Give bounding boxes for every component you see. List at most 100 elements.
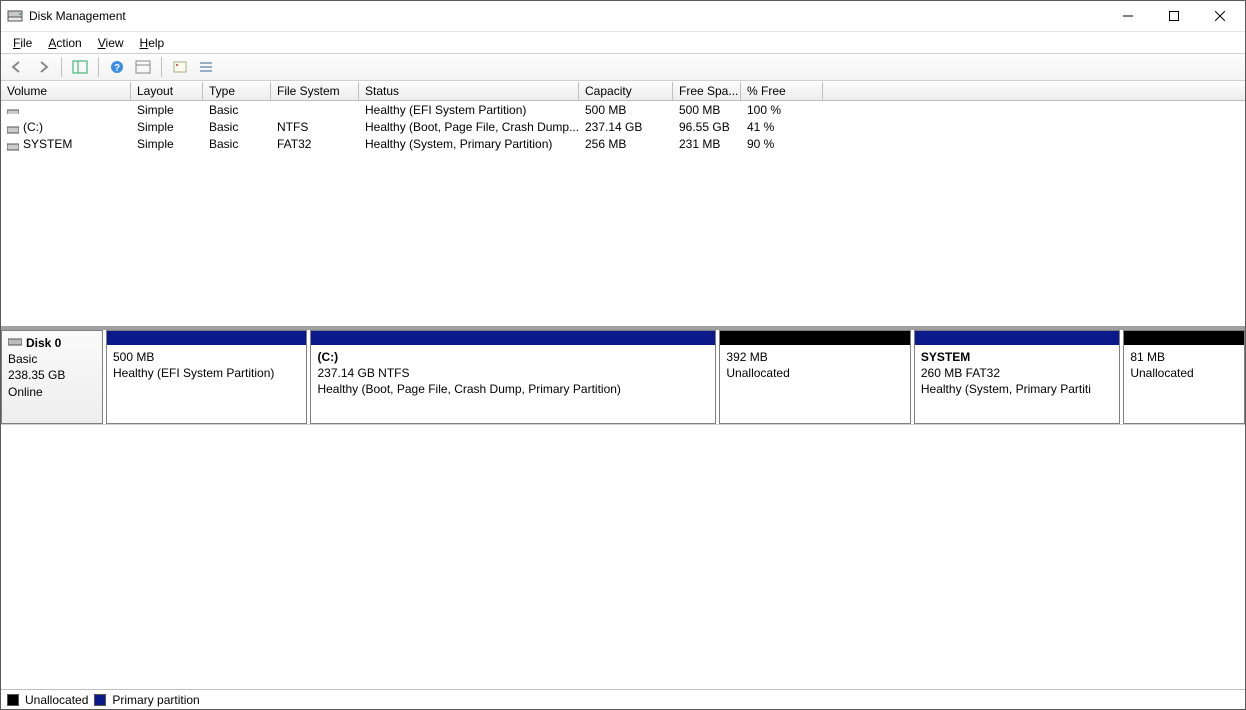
menu-action[interactable]: Action <box>40 34 89 52</box>
volume-pct: 100 % <box>741 103 823 117</box>
partition-primary[interactable]: (C:)237.14 GB NTFSHealthy (Boot, Page Fi… <box>310 330 716 424</box>
volume-row[interactable]: (C:) SimpleBasicNTFSHealthy (Boot, Page F… <box>1 118 1245 135</box>
col-filesystem[interactable]: File System <box>271 82 359 100</box>
drive-icon <box>7 140 19 148</box>
col-volume[interactable]: Volume <box>1 82 131 100</box>
disk-name: Disk 0 <box>26 336 61 350</box>
partition-status: Healthy (Boot, Page File, Crash Dump, Pr… <box>317 381 709 397</box>
show-hide-tree-button[interactable] <box>68 56 92 78</box>
drive-icon <box>7 123 19 131</box>
partition-size: 81 MB <box>1130 349 1238 365</box>
col-layout[interactable]: Layout <box>131 82 203 100</box>
window-title: Disk Management <box>29 9 126 23</box>
menu-help[interactable]: Help <box>132 34 173 52</box>
volume-status: Healthy (Boot, Page File, Crash Dump... <box>359 120 579 134</box>
partition-unallocated[interactable]: 392 MBUnallocated <box>719 330 910 424</box>
col-status[interactable]: Status <box>359 82 579 100</box>
back-button[interactable] <box>5 56 29 78</box>
volume-layout: Simple <box>131 103 203 117</box>
toolbar: ? <box>1 53 1245 81</box>
volume-type: Basic <box>203 137 271 151</box>
col-pctfree[interactable]: % Free <box>741 82 823 100</box>
volume-type: Basic <box>203 120 271 134</box>
legend-swatch-unallocated <box>7 694 19 706</box>
legend-swatch-primary <box>94 694 106 706</box>
partition-status: Unallocated <box>1130 365 1238 381</box>
volume-name: SYSTEM <box>23 137 72 151</box>
partition-primary[interactable]: 500 MBHealthy (EFI System Partition) <box>106 330 307 424</box>
volume-fs: NTFS <box>271 120 359 134</box>
title-bar: Disk Management <box>1 1 1245 31</box>
partition-color-bar <box>311 331 715 345</box>
partition-status: Healthy (EFI System Partition) <box>113 365 300 381</box>
disk-icon <box>8 335 22 345</box>
volume-list-body[interactable]: SimpleBasicHealthy (EFI System Partition… <box>1 101 1245 326</box>
volume-name: (C:) <box>23 120 43 134</box>
menu-view[interactable]: View <box>90 34 132 52</box>
disk-state: Online <box>8 384 96 400</box>
col-type[interactable]: Type <box>203 82 271 100</box>
maximize-button[interactable] <box>1151 1 1197 31</box>
disk-label[interactable]: Disk 0 Basic 238.35 GB Online <box>1 330 103 424</box>
close-button[interactable] <box>1197 1 1243 31</box>
forward-button[interactable] <box>31 56 55 78</box>
partition-info: 500 MBHealthy (EFI System Partition) <box>107 345 306 423</box>
volume-row[interactable]: SYSTEM SimpleBasicFAT32Healthy (System, P… <box>1 135 1245 152</box>
volume-layout: Simple <box>131 120 203 134</box>
partition-color-bar <box>107 331 306 345</box>
volume-type: Basic <box>203 103 271 117</box>
partition-size: 237.14 GB NTFS <box>317 365 709 381</box>
list-view-button[interactable] <box>194 56 218 78</box>
disk-management-window: Disk Management File Action View Help ? … <box>0 0 1246 710</box>
volume-status: Healthy (System, Primary Partition) <box>359 137 579 151</box>
partition-color-bar <box>1124 331 1244 345</box>
menu-file[interactable]: File <box>5 34 40 52</box>
partition-info: SYSTEM260 MB FAT32Healthy (System, Prima… <box>915 345 1119 423</box>
partition-primary[interactable]: SYSTEM260 MB FAT32Healthy (System, Prima… <box>914 330 1120 424</box>
window-controls <box>1105 1 1243 31</box>
volume-layout: Simple <box>131 137 203 151</box>
col-capacity[interactable]: Capacity <box>579 82 673 100</box>
volume-capacity: 237.14 GB <box>579 120 673 134</box>
partition-size: 392 MB <box>726 349 903 365</box>
legend: Unallocated Primary partition <box>1 689 1245 709</box>
volume-pct: 90 % <box>741 137 823 151</box>
help-button[interactable]: ? <box>105 56 129 78</box>
settings-button[interactable] <box>131 56 155 78</box>
volume-list: Volume Layout Type File System Status Ca… <box>1 81 1245 327</box>
partition-unallocated[interactable]: 81 MBUnallocated <box>1123 330 1245 424</box>
volume-row[interactable]: SimpleBasic Healthy (EFI System Partition… <box>1 101 1245 118</box>
partition-info: 392 MBUnallocated <box>720 345 909 423</box>
partition-name: SYSTEM <box>921 349 1113 365</box>
partition-size: 260 MB FAT32 <box>921 365 1113 381</box>
partition-status: Unallocated <box>726 365 903 381</box>
volume-capacity: 500 MB <box>579 103 673 117</box>
minimize-button[interactable] <box>1105 1 1151 31</box>
menu-bar: File Action View Help <box>1 31 1245 53</box>
partition-color-bar <box>720 331 909 345</box>
disk-map: Disk 0 Basic 238.35 GB Online 500 MBHeal… <box>1 327 1245 424</box>
drive-icon <box>7 106 19 114</box>
empty-area <box>1 424 1245 689</box>
disk-size: 238.35 GB <box>8 367 96 383</box>
svg-text:?: ? <box>114 63 120 74</box>
legend-label-unallocated: Unallocated <box>25 693 88 707</box>
volume-free: 500 MB <box>673 103 741 117</box>
partition-name: (C:) <box>317 349 709 365</box>
toolbar-separator <box>61 57 62 77</box>
col-freespace[interactable]: Free Spa... <box>673 82 741 100</box>
partition-color-bar <box>915 331 1119 345</box>
legend-label-primary: Primary partition <box>112 693 199 707</box>
volume-fs: FAT32 <box>271 137 359 151</box>
volume-free: 96.55 GB <box>673 120 741 134</box>
partition-info: (C:)237.14 GB NTFSHealthy (Boot, Page Fi… <box>311 345 715 423</box>
volume-status: Healthy (EFI System Partition) <box>359 103 579 117</box>
toolbar-separator <box>98 57 99 77</box>
volume-pct: 41 % <box>741 120 823 134</box>
toolbar-separator <box>161 57 162 77</box>
properties-button[interactable] <box>168 56 192 78</box>
volume-free: 231 MB <box>673 137 741 151</box>
app-icon <box>7 8 23 24</box>
partition-status: Healthy (System, Primary Partiti <box>921 381 1113 397</box>
partition-size: 500 MB <box>113 349 300 365</box>
